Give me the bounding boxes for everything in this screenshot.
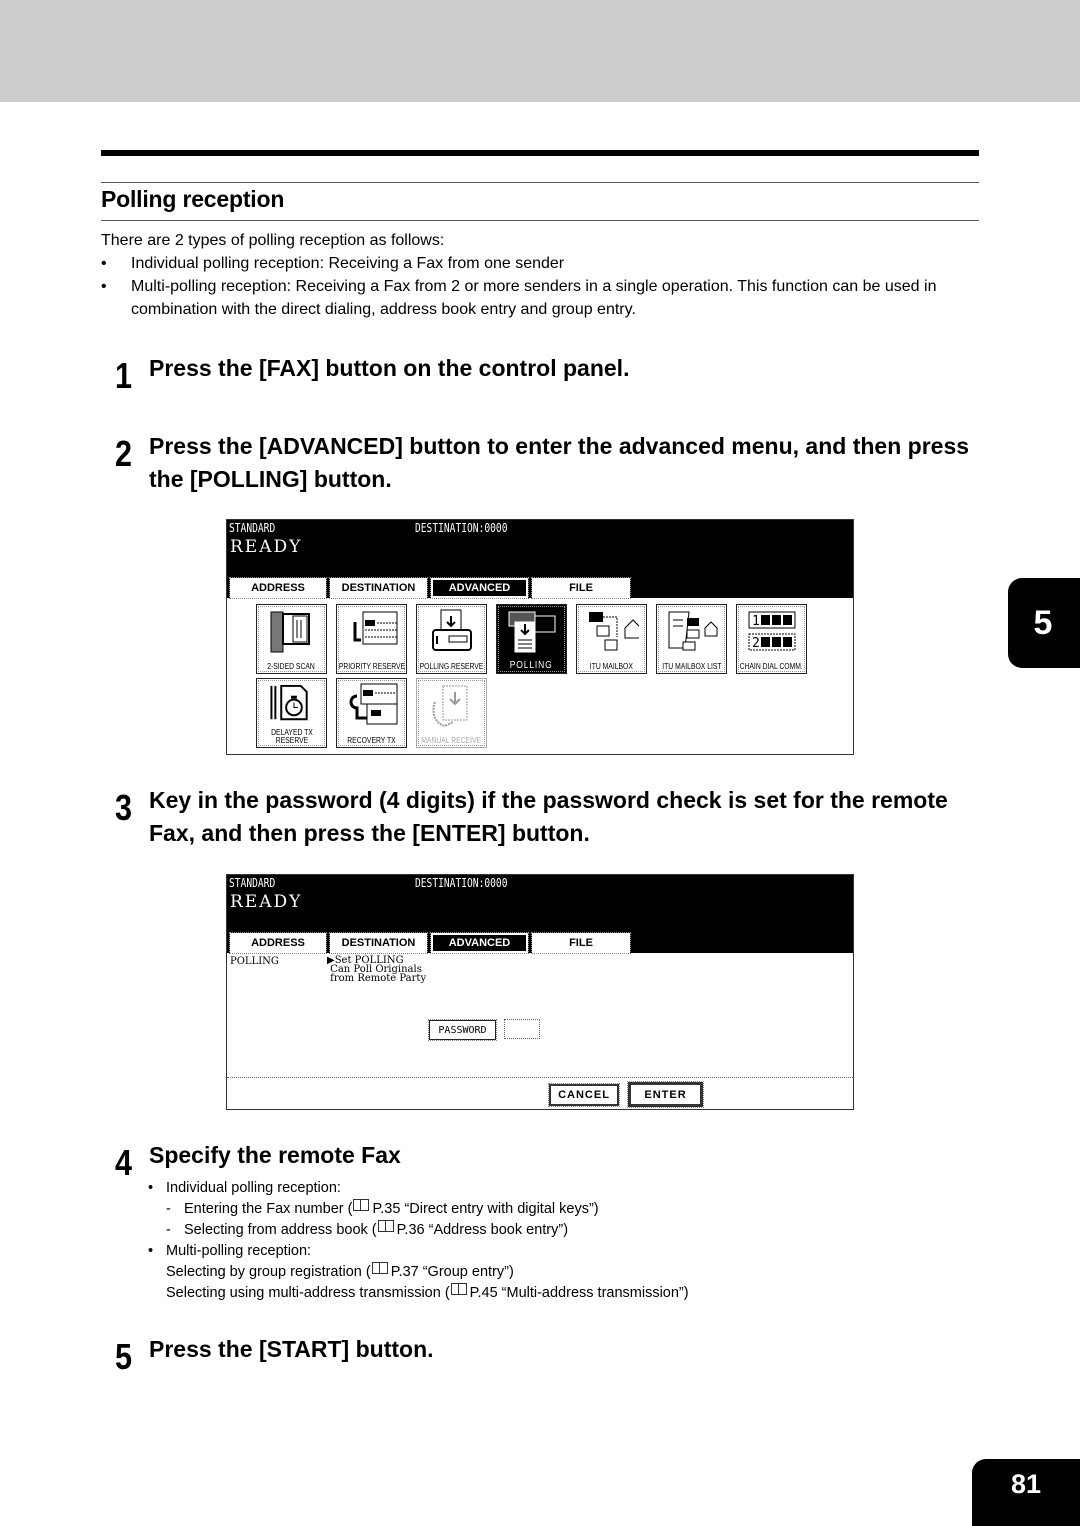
step-number: 5	[115, 1336, 133, 1377]
two-sided-scan-button[interactable]: 2-SIDED SCAN	[256, 604, 327, 674]
step-number: 4	[115, 1142, 133, 1183]
step-4-details: • Individual polling reception: - Entering…	[148, 1178, 689, 1304]
lcd-header: STANDARD DESTINATION:0000 READY ADDRESS …	[227, 520, 853, 599]
polling-reserve-button[interactable]: POLLING RESERVE	[416, 604, 487, 674]
step-2: 2 Press the [ADVANCED] button to enter t…	[115, 430, 979, 496]
section-title: Polling reception	[101, 186, 285, 212]
page-reference[interactable]: P.36 “Address book entry”)	[397, 1220, 568, 1241]
book-icon	[353, 1199, 370, 1211]
book-icon	[450, 1283, 467, 1295]
two-sided-scan-icon	[270, 611, 310, 653]
detail-dash: - Selecting from address book (P.36 “Addr…	[148, 1220, 689, 1241]
title-rule-bottom	[101, 220, 979, 221]
intro-text: There are 2 types of polling reception a…	[101, 232, 445, 249]
itu-mailbox-icon	[588, 612, 639, 651]
step-text: Press the [ADVANCED] button to enter the…	[149, 433, 970, 492]
manual-receive-button: MANUAL RECEIVE	[416, 678, 487, 748]
page-number: 81	[972, 1459, 1080, 1526]
delayed-tx-icon	[269, 684, 308, 721]
svg-text:2: 2	[752, 636, 760, 651]
top-rule	[101, 150, 979, 156]
chain-dial-icon: 12	[748, 611, 795, 651]
tab-address[interactable]: ADDRESS	[229, 577, 327, 599]
chapter-tab: 5	[1008, 578, 1080, 668]
mode-label: STANDARD	[229, 521, 276, 535]
tab-file[interactable]: FILE	[531, 932, 631, 954]
lcd-header: STANDARD DESTINATION:0000 READY ADDRESS …	[227, 875, 853, 954]
step-number: 2	[115, 433, 133, 474]
chain-dial-button[interactable]: 12 CHAIN DIAL COMM.	[736, 604, 807, 674]
title-rule-top	[101, 182, 979, 183]
page-reference[interactable]: P.37 “Group entry”)	[391, 1262, 514, 1283]
intro-bullet: • Multi-polling reception: Receiving a Fa…	[101, 278, 937, 318]
manual-receive-icon	[431, 685, 467, 728]
priority-reserve-icon	[353, 611, 397, 645]
tab-bar: ADDRESS DESTINATION ADVANCED FILE	[229, 932, 631, 954]
password-button[interactable]: PASSWORD	[428, 1019, 497, 1041]
tab-bar: ADDRESS DESTINATION ADVANCED FILE	[229, 577, 631, 599]
polling-icon	[508, 611, 555, 653]
book-icon	[377, 1220, 394, 1232]
step-text: Press the [FAX] button on the control pa…	[149, 355, 630, 381]
step-text: Key in the password (4 digits) if the pa…	[149, 787, 948, 846]
step-text: Specify the remote Fax	[149, 1142, 401, 1168]
polling-panel: POLLING ▶Set POLLING Can Poll Originals …	[227, 953, 853, 1109]
recovery-tx-icon	[349, 683, 397, 725]
function-name: POLLING	[230, 956, 279, 967]
intro: There are 2 types of polling reception a…	[101, 229, 981, 321]
tab-file[interactable]: FILE	[531, 577, 631, 599]
destination-count: DESTINATION:0000	[415, 521, 508, 535]
enter-button[interactable]: ENTER	[627, 1081, 704, 1108]
priority-reserve-button[interactable]: PRIORITY RESERVE	[336, 604, 407, 674]
book-icon	[371, 1262, 388, 1274]
detail-bullet: • Multi-polling reception:	[148, 1243, 312, 1259]
page-reference[interactable]: P.35 “Direct entry with digital keys”)	[372, 1199, 598, 1220]
step-5: 5 Press the [START] button.	[115, 1333, 979, 1375]
tab-advanced[interactable]: ADVANCED	[430, 932, 529, 954]
detail-bullet: • Individual polling reception:	[148, 1180, 341, 1196]
status-text: READY	[230, 892, 303, 912]
status-text: READY	[230, 537, 303, 557]
tab-advanced[interactable]: ADVANCED	[430, 577, 529, 599]
recovery-tx-button[interactable]: RECOVERY TX	[336, 678, 407, 748]
step-4: 4 Specify the remote Fax	[115, 1139, 979, 1181]
header-band	[0, 0, 1080, 102]
cancel-button[interactable]: CANCEL	[548, 1083, 620, 1107]
page-reference[interactable]: P.45 “Multi-address transmission”)	[470, 1283, 689, 1304]
password-field[interactable]	[504, 1019, 540, 1039]
polling-reserve-icon	[431, 609, 472, 651]
mode-label: STANDARD	[229, 876, 276, 890]
lcd-screen-advanced: STANDARD DESTINATION:0000 READY ADDRESS …	[226, 519, 854, 755]
itu-mailbox-button[interactable]: ITU MAILBOX	[576, 604, 647, 674]
detail-dash: - Entering the Fax number (P.35 “Direct e…	[148, 1199, 689, 1220]
itu-mailbox-list-button[interactable]: ITU MAILBOX LIST	[656, 604, 727, 674]
tab-destination[interactable]: DESTINATION	[329, 932, 428, 954]
detail-line: Selecting by group registration (P.37 “G…	[148, 1262, 689, 1283]
delayed-tx-button[interactable]: DELAYED TX RESERVE	[256, 678, 327, 748]
step-number: 1	[115, 355, 133, 396]
function-description: ▶Set POLLING Can Poll Originals from Rem…	[327, 955, 427, 984]
tab-address[interactable]: ADDRESS	[229, 932, 327, 954]
polling-button[interactable]: POLLING	[496, 604, 567, 674]
intro-bullet: • Individual polling reception: Receiving…	[101, 255, 565, 272]
svg-text:1: 1	[752, 614, 760, 629]
step-number: 3	[115, 787, 133, 828]
step-3: 3 Key in the password (4 digits) if the …	[115, 784, 979, 850]
itu-mailbox-list-icon	[668, 611, 717, 651]
divider	[227, 1077, 853, 1078]
step-text: Press the [START] button.	[149, 1336, 434, 1362]
lcd-screen-polling: STANDARD DESTINATION:0000 READY ADDRESS …	[226, 874, 854, 1110]
step-1: 1 Press the [FAX] button on the control …	[115, 352, 979, 394]
destination-count: DESTINATION:0000	[415, 876, 508, 890]
advanced-function-grid: 2-SIDED SCAN PRIORITY RESERVE POLLING RE…	[227, 598, 853, 754]
detail-line: Selecting using multi-address transmissi…	[148, 1283, 689, 1304]
tab-destination[interactable]: DESTINATION	[329, 577, 428, 599]
